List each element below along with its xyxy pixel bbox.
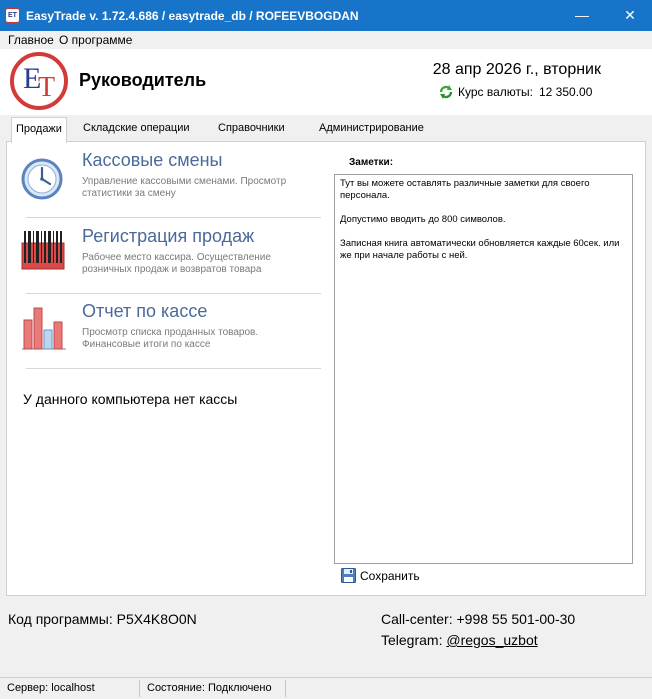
tab-sales[interactable]: Продажи: [11, 117, 67, 143]
refresh-icon[interactable]: [438, 84, 454, 100]
connection-label: Состояние:: [147, 682, 205, 694]
separator: [26, 368, 321, 369]
cash-report-desc: Просмотр списка проданных товаров. Финан…: [82, 327, 259, 350]
currency-label: Курс валюты:: [458, 85, 533, 99]
save-label: Сохранить: [360, 569, 420, 583]
tab-references[interactable]: Справочники: [218, 122, 285, 134]
telegram-link[interactable]: @regos_uzbot: [446, 632, 537, 648]
notes-textarea[interactable]: Тут вы можете оставлять различные заметк…: [334, 174, 633, 564]
currency-value: 12 350.00: [539, 85, 593, 99]
logo-letter-t: T: [38, 72, 56, 103]
cash-shifts-title[interactable]: Кассовые смены: [82, 150, 222, 171]
minimize-button[interactable]: —: [572, 6, 592, 24]
sales-panel: Кассовые смены Управление кассовыми смен…: [6, 141, 646, 596]
cash-report-title[interactable]: Отчет по кассе: [82, 301, 207, 322]
sales-registration-title[interactable]: Регистрация продаж: [82, 226, 254, 247]
sales-registration-item[interactable]: Регистрация продаж Рабочее место кассира…: [20, 226, 315, 296]
telegram-label: Telegram:: [381, 632, 443, 648]
close-button[interactable]: ✕: [620, 6, 640, 24]
connection-value: Подключено: [208, 682, 272, 694]
call-center-phone: +998 55 501-00-30: [456, 611, 576, 627]
window-title: EasyTrade v. 1.72.4.686 / easytrade_db /…: [26, 9, 359, 23]
notes-line: Тут вы можете оставлять различные заметк…: [340, 178, 590, 201]
menu-item-main[interactable]: Главное: [8, 33, 54, 47]
server-value: localhost: [51, 682, 95, 694]
no-cash-message: У данного компьютера нет кассы: [23, 391, 238, 407]
notes-line: Записная книга автоматически обновляется…: [340, 238, 620, 261]
floppy-disk-icon: [341, 568, 356, 583]
clock-icon: [21, 158, 63, 200]
call-center-label: Call-center:: [381, 611, 453, 627]
call-center: Call-center: +998 55 501-00-30: [381, 611, 575, 627]
tab-bar: Продажи Складские операции Справочники А…: [0, 115, 652, 143]
bar-chart-icon: [22, 307, 66, 350]
program-code-value: P5X4K8O0N: [116, 611, 197, 627]
company-logo: E T: [10, 52, 68, 110]
cash-shifts-item[interactable]: Кассовые смены Управление кассовыми смен…: [20, 150, 315, 220]
app-logo-icon: ET: [5, 8, 20, 23]
title-bar[interactable]: ET EasyTrade v. 1.72.4.686 / easytrade_d…: [0, 0, 652, 31]
menu-bar: Главное О программе: [0, 31, 652, 49]
barcode-icon: [21, 231, 65, 270]
tab-warehouse[interactable]: Складские операции: [83, 122, 189, 134]
separator: [26, 217, 321, 218]
cash-shifts-desc: Управление кассовыми сменами. Просмотр с…: [82, 176, 287, 199]
sales-registration-desc: Рабочее место кассира. Осуществление роз…: [82, 252, 271, 275]
telegram: Telegram: @regos_uzbot: [381, 632, 538, 648]
server-status: Сервер: localhost: [7, 682, 95, 694]
program-code-label: Код программы:: [8, 611, 113, 627]
menu-item-about[interactable]: О программе: [59, 33, 132, 47]
program-code: Код программы: P5X4K8O0N: [8, 611, 197, 627]
status-bar: Сервер: localhost Состояние: Подключено: [0, 677, 652, 699]
notes-line: Допустимо вводить до 800 символов.: [340, 214, 506, 225]
tab-administration[interactable]: Администрирование: [319, 122, 424, 134]
status-divider: [139, 680, 140, 697]
notes-label: Заметки:: [349, 157, 394, 168]
current-date: 28 апр 2026 г., вторник: [432, 61, 601, 78]
status-divider: [285, 680, 286, 697]
server-label: Сервер:: [7, 682, 49, 694]
header: E T Руководитель 28 апр 2026 г., вторник…: [0, 49, 652, 115]
separator: [26, 293, 321, 294]
connection-status: Состояние: Подключено: [147, 682, 272, 694]
user-role: Руководитель: [79, 70, 207, 90]
cash-report-item[interactable]: Отчет по кассе Просмотр списка проданных…: [20, 301, 315, 371]
